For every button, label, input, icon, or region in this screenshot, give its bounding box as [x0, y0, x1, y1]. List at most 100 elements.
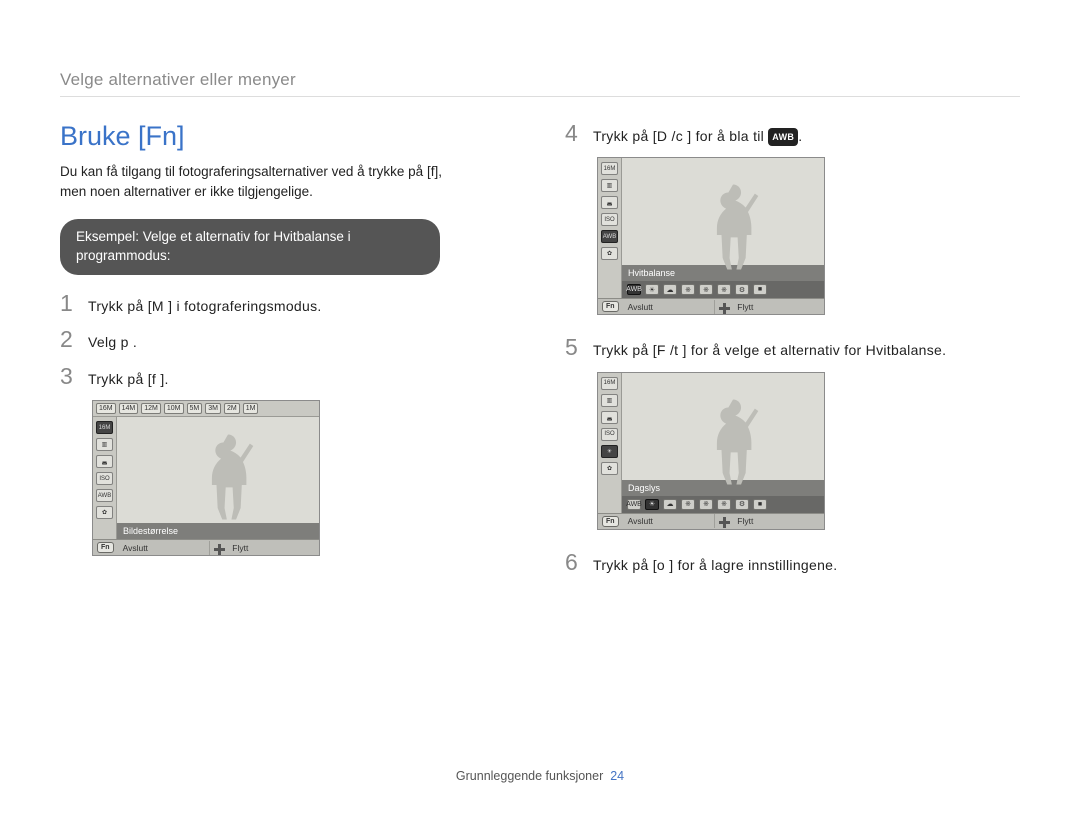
step-4: 4 Trykk på [D /c ] for å bla til AWB. — [565, 121, 1020, 147]
person-silhouette-icon — [188, 431, 268, 525]
camera-screen-1: 16M 14M 12M 10M 5M 3M 2M 1M 16M ▥ ◛ ISO … — [92, 400, 320, 556]
lcd1-chip-5: 3M — [205, 403, 221, 414]
page: Velge alternativer eller menyer Bruke [F… — [0, 0, 1080, 815]
right-column: 4 Trykk på [D /c ] for å bla til AWB. 16… — [565, 121, 1020, 586]
filter-icon: ✿ — [601, 247, 618, 260]
step-4-tail: . — [798, 128, 802, 144]
step-4-main: Trykk på [D /c ] for å bla til — [593, 128, 768, 144]
step-3: 3 Trykk på [f ]. — [60, 364, 515, 390]
lcd1-footer: Fn Avslutt Flytt — [93, 539, 319, 555]
iso-icon: ISO — [601, 213, 618, 226]
awb-icon-side: AWB — [601, 230, 618, 243]
step-6: 6 Trykk på [o ] for å lagre innstillinge… — [565, 550, 1020, 576]
quality-icon: ▥ — [601, 179, 618, 192]
fn-icon: Fn — [97, 542, 114, 553]
lcd1-chip-3: 10M — [164, 403, 184, 414]
ev-icon: ◛ — [96, 455, 113, 468]
lcd1-main: Bildestørrelse — [117, 417, 319, 539]
filter-icon: ✿ — [96, 506, 113, 519]
size-icon: 16M — [96, 421, 113, 434]
step-1-text: Trykk på [M ] i fotograferingsmodus. — [88, 291, 322, 317]
lcd1-exit-label: Avslutt — [118, 541, 210, 555]
lcd1-chip-1: 14M — [119, 403, 139, 414]
ev-icon: ◛ — [601, 196, 618, 209]
step-4-number: 4 — [565, 121, 583, 146]
step-6-text: Trykk på [o ] for å lagre innstillingene… — [593, 550, 837, 576]
lcd1-option-label: Bildestørrelse — [117, 523, 319, 539]
lcd2-move-text: Flytt — [737, 302, 753, 312]
lcd1-chip-4: 5M — [187, 403, 203, 414]
step-2: 2 Velg p . — [60, 327, 515, 353]
lcd3-options-row: AWB ☀ ☁ ※ ※ ※ ⚙ ■ — [622, 496, 824, 513]
footer-page-number: 24 — [610, 769, 624, 783]
camera-screen-3: 16M ▥ ◛ ISO ☀ ✿ Dagslys AWB — [597, 372, 825, 530]
lcd3-main: Dagslys AWB ☀ ☁ ※ ※ ※ ⚙ ■ — [622, 373, 824, 513]
lcd2-exit-label: Avslutt — [623, 300, 715, 314]
lcd1-chip-0: 16M — [96, 403, 116, 414]
lcd3-sidebar: 16M ▥ ◛ ISO ☀ ✿ — [598, 373, 622, 513]
lcd1-sidebar: 16M ▥ ◛ ISO AWB ✿ — [93, 417, 117, 539]
wb-kelvin-icon: ■ — [753, 284, 767, 295]
lcd2-body: 16M ▥ ◛ ISO AWB ✿ Hvitbalanse AWB — [598, 158, 824, 298]
dpad-icon — [719, 303, 730, 314]
wb-custom-icon: ⚙ — [735, 284, 749, 295]
lcd1-move-label: Flytt — [209, 541, 319, 555]
size-icon: 16M — [601, 162, 618, 175]
wb-daylight-icon: ☀ — [645, 499, 659, 510]
lcd3-move-label: Flytt — [714, 514, 824, 528]
awb-icon-side: AWB — [96, 489, 113, 502]
intro-line-2: men noen alternativer er ikke tilgjengel… — [60, 184, 313, 199]
lcd2-move-label: Flytt — [714, 300, 824, 314]
wb-fluor2-icon: ※ — [699, 284, 713, 295]
lcd1-top-row: 16M 14M 12M 10M 5M 3M 2M 1M — [93, 401, 319, 417]
wb-daylight-side-icon: ☀ — [601, 445, 618, 458]
wb-custom-icon: ⚙ — [735, 499, 749, 510]
step-3-text: Trykk på [f ]. — [88, 364, 169, 390]
fn-icon: Fn — [602, 516, 619, 527]
intro-line-1: Du kan få tilgang til fotograferingsalte… — [60, 164, 442, 179]
lcd3-body: 16M ▥ ◛ ISO ☀ ✿ Dagslys AWB — [598, 373, 824, 513]
step-2-text: Velg p . — [88, 327, 137, 353]
lcd2-main: Hvitbalanse AWB ☀ ☁ ※ ※ ※ ⚙ ■ — [622, 158, 824, 298]
lcd1-body: 16M ▥ ◛ ISO AWB ✿ Bildestørrelse — [93, 417, 319, 539]
iso-icon: ISO — [601, 428, 618, 441]
camera-screen-2: 16M ▥ ◛ ISO AWB ✿ Hvitbalanse AWB — [597, 157, 825, 315]
lcd1-chip-2: 12M — [141, 403, 161, 414]
example-callout: Eksempel: Velge et alternativ for Hvitba… — [60, 219, 440, 275]
lcd3-footer: Fn Avslutt Flytt — [598, 513, 824, 529]
footer-section: Grunnleggende funksjoner — [456, 769, 603, 783]
content-columns: Bruke [Fn] Du kan få tilgang til fotogra… — [60, 121, 1020, 586]
step-1-number: 1 — [60, 291, 78, 316]
lcd3-exit-label: Avslutt — [623, 514, 715, 528]
step-4-text: Trykk på [D /c ] for å bla til AWB. — [593, 121, 802, 147]
wb-cloudy-icon: ☁ — [663, 284, 677, 295]
lcd3-move-text: Flytt — [737, 516, 753, 526]
intro-text: Du kan få tilgang til fotograferingsalte… — [60, 162, 515, 201]
lcd1-chip-7: 1M — [243, 403, 259, 414]
ev-icon: ◛ — [601, 411, 618, 424]
section-title: Bruke [Fn] — [60, 121, 515, 152]
left-column: Bruke [Fn] Du kan få tilgang til fotogra… — [60, 121, 515, 586]
wb-tungsten-icon: ※ — [717, 284, 731, 295]
lcd1-chip-6: 2M — [224, 403, 240, 414]
wb-kelvin-icon: ■ — [753, 499, 767, 510]
quality-icon: ▥ — [96, 438, 113, 451]
person-silhouette-icon — [693, 181, 773, 275]
step-5: 5 Trykk på [F /t ] for å velge et altern… — [565, 335, 1020, 361]
wb-auto-icon: AWB — [627, 499, 641, 510]
wb-daylight-icon: ☀ — [645, 284, 659, 295]
lcd2-footer: Fn Avslutt Flytt — [598, 298, 824, 314]
awb-icon: AWB — [768, 128, 798, 146]
lcd1-move-text: Flytt — [232, 543, 248, 553]
lcd2-sidebar: 16M ▥ ◛ ISO AWB ✿ — [598, 158, 622, 298]
dpad-icon — [719, 517, 730, 528]
person-silhouette-icon — [693, 396, 773, 490]
quality-icon: ▥ — [601, 394, 618, 407]
wb-auto-icon: AWB — [627, 284, 641, 295]
running-header: Velge alternativer eller menyer — [60, 70, 1020, 97]
step-5-number: 5 — [565, 335, 583, 360]
dpad-icon — [214, 544, 225, 555]
wb-fluor2-icon: ※ — [699, 499, 713, 510]
step-1: 1 Trykk på [M ] i fotograferingsmodus. — [60, 291, 515, 317]
step-6-number: 6 — [565, 550, 583, 575]
